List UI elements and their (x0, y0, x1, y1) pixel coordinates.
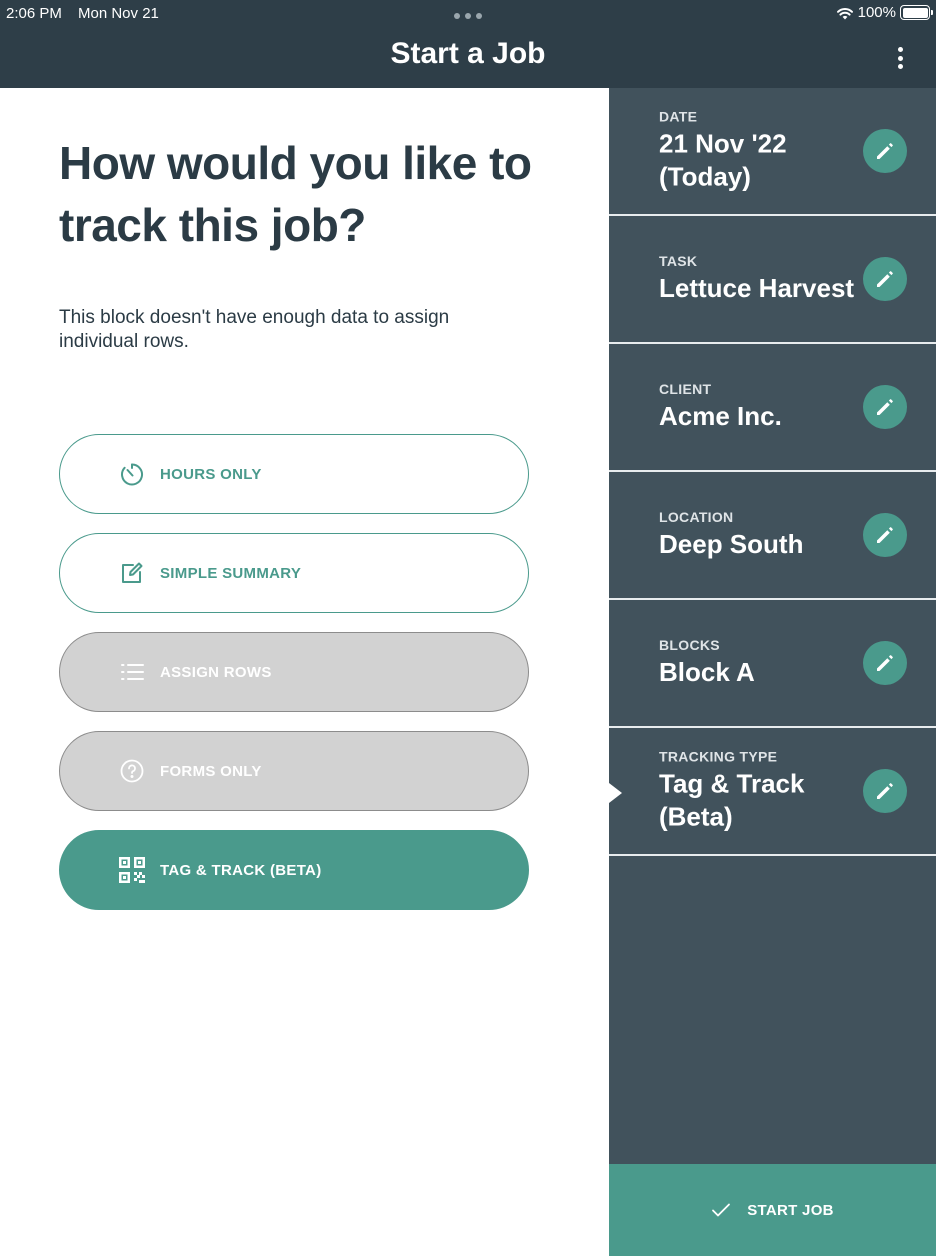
summary-caption: CLIENT (659, 381, 712, 397)
tag-and-track-button[interactable]: TAG & TRACK (BETA) (59, 830, 529, 910)
summary-value: Acme Inc. (659, 401, 782, 431)
status-indicators: 100% (836, 4, 933, 21)
status-bar: 2:06 PM Mon Nov 21 100% (0, 0, 936, 28)
summary-caption: TASK (659, 253, 698, 269)
stopwatch-icon (118, 460, 146, 488)
tracking-method-panel: How would you like to track this job? Th… (0, 88, 609, 1256)
hours-only-label: HOURS ONLY (160, 465, 262, 483)
pencil-icon (877, 527, 893, 543)
pencil-icon (877, 143, 893, 159)
battery-percent: 100% (857, 4, 896, 21)
qr-code-icon (118, 856, 146, 884)
summary-row-task: TASK Lettuce Harvest (609, 216, 936, 344)
summary-row-tracking-type: TRACKING TYPE Tag & Track (Beta) (609, 728, 936, 856)
edit-location-button[interactable] (863, 513, 907, 557)
page-title: Start a Job (390, 37, 546, 70)
assign-rows-label: ASSIGN ROWS (160, 663, 272, 681)
edit-task-button[interactable] (863, 257, 907, 301)
list-icon (118, 658, 146, 686)
edit-date-button[interactable] (863, 129, 907, 173)
summary-caption: DATE (659, 108, 698, 125)
summary-row-client: CLIENT Acme Inc. (609, 344, 936, 472)
wifi-icon (836, 7, 853, 19)
edit-blocks-button[interactable] (863, 641, 907, 685)
summary-caption: BLOCKS (659, 637, 720, 653)
start-job-button[interactable]: START JOB (609, 1164, 936, 1256)
info-text: This block doesn't have enough data to a… (59, 307, 450, 352)
edit-note-icon (118, 559, 146, 587)
summary-value: Tag & Track (Beta) (659, 768, 805, 832)
edit-client-button[interactable] (863, 385, 907, 429)
selection-pointer-icon (609, 783, 622, 803)
multitasking-dots-icon[interactable] (454, 13, 482, 19)
start-job-label: START JOB (747, 1201, 834, 1219)
forms-only-label: FORMS ONLY (160, 762, 262, 780)
status-date: Mon Nov 21 (78, 5, 159, 22)
summary-value: Deep South (659, 529, 804, 559)
assign-rows-button[interactable]: ASSIGN ROWS (59, 632, 529, 712)
more-options-icon[interactable] (890, 44, 910, 72)
summary-value: Lettuce Harvest (659, 273, 855, 303)
summary-caption: TRACKING TYPE (659, 748, 778, 765)
pencil-icon (877, 783, 893, 799)
forms-only-button[interactable]: FORMS ONLY (59, 731, 529, 811)
summary-caption: LOCATION (659, 509, 734, 525)
pencil-icon (877, 271, 893, 287)
summary-value: Block A (659, 657, 755, 687)
edit-tracking-type-button[interactable] (863, 769, 907, 813)
battery-icon (900, 5, 933, 20)
tag-and-track-label: TAG & TRACK (BETA) (160, 861, 322, 879)
simple-summary-button[interactable]: SIMPLE SUMMARY (59, 533, 529, 613)
summary-row-date: DATE 21 Nov '22 (Today) (609, 88, 936, 216)
pencil-icon (877, 399, 893, 415)
summary-row-blocks: BLOCKS Block A (609, 600, 936, 728)
pencil-icon (877, 655, 893, 671)
summary-value: 21 Nov '22 (Today) (659, 128, 787, 192)
summary-row-location: LOCATION Deep South (609, 472, 936, 600)
hours-only-button[interactable]: HOURS ONLY (59, 434, 529, 514)
nav-bar: Start a Job (0, 28, 936, 88)
checkmark-icon (712, 1203, 731, 1217)
question-heading: How would you like to track this job? (59, 137, 532, 251)
help-circle-icon (118, 757, 146, 785)
job-summary-panel: DATE 21 Nov '22 (Today) TASK Lettuce Har… (609, 88, 936, 1256)
simple-summary-label: SIMPLE SUMMARY (160, 564, 302, 582)
status-time: 2:06 PM (6, 5, 62, 22)
